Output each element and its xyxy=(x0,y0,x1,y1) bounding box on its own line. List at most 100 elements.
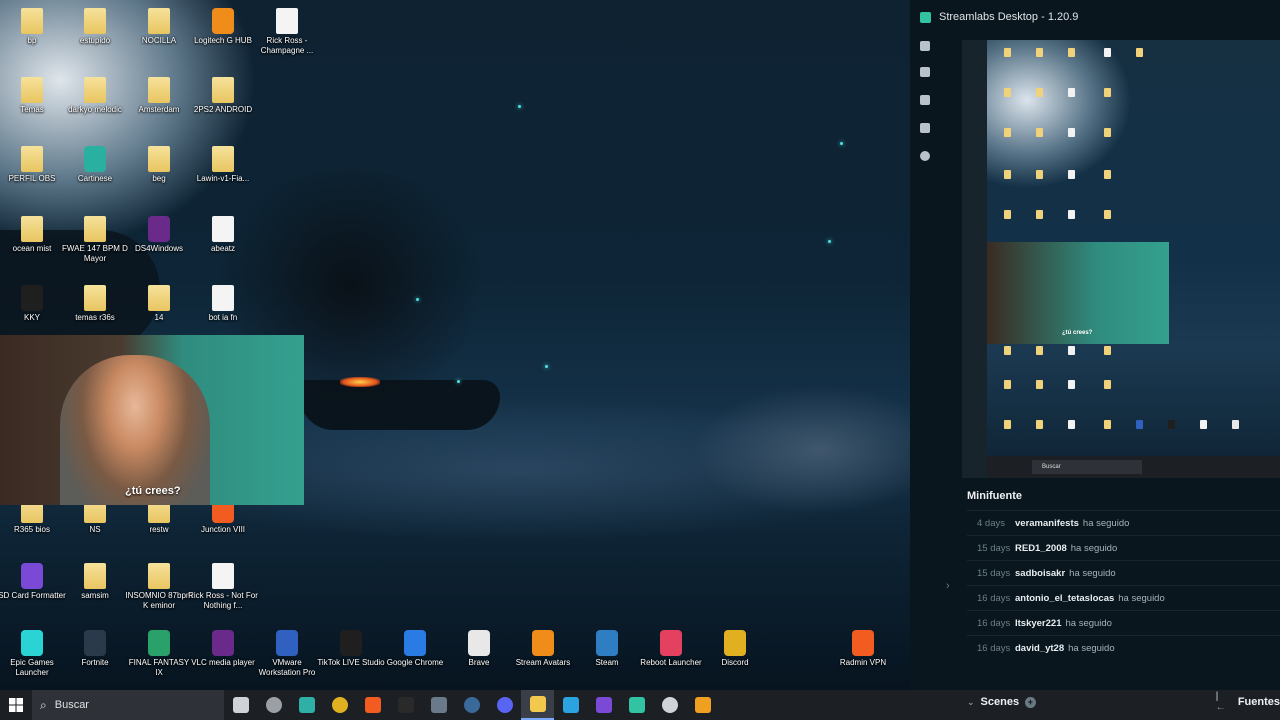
desktop-icon[interactable]: Logitech G HUB xyxy=(188,8,258,46)
preview-desktop-icon xyxy=(1036,88,1043,97)
desktop-icon[interactable]: VMware Workstation Pro xyxy=(252,630,322,678)
desktop-icon[interactable]: Discord xyxy=(700,630,770,668)
taskbar-discord[interactable] xyxy=(488,690,521,720)
desktop-icon[interactable]: Cartinese xyxy=(60,146,130,184)
collapse-icon[interactable]: |← xyxy=(1216,691,1228,713)
event-row[interactable]: 16 days Itskyer221 ha seguido xyxy=(967,610,1280,635)
scenes-label[interactable]: Scenes xyxy=(981,696,1020,708)
desktop-icon[interactable]: KKY xyxy=(0,285,67,323)
taskbar-stream-avatars[interactable] xyxy=(587,690,620,720)
desktop-icon[interactable]: NOCILLA xyxy=(124,8,194,46)
desktop-icon[interactable]: darkyo melodic xyxy=(60,77,130,115)
app-icon xyxy=(148,216,170,242)
event-user: Itskyer221 xyxy=(1015,617,1062,629)
taskbar-streamlabs[interactable] xyxy=(620,690,653,720)
event-time: 15 days xyxy=(977,542,1011,554)
taskbar-edge[interactable] xyxy=(290,690,323,720)
streamlabs-titlebar: Streamlabs Desktop - 1.20.9 xyxy=(910,0,1280,34)
recent-events-list: 4 days veramanifests ha seguido 15 days RED1… xyxy=(967,510,1280,660)
desktop-icon-label: NOCILLA xyxy=(141,36,177,45)
desktop-icon[interactable]: estupido xyxy=(60,8,130,46)
preview-desktop-icon xyxy=(1068,346,1075,355)
start-button[interactable] xyxy=(0,690,32,720)
windows-icon xyxy=(9,698,23,712)
taskbar-media-app[interactable] xyxy=(422,690,455,720)
desktop-icon[interactable]: DS4Windows xyxy=(124,216,194,254)
taskbar-file-explorer[interactable] xyxy=(521,690,554,720)
taskbar-steam[interactable] xyxy=(455,690,488,720)
desktop-icon[interactable]: temas r36s xyxy=(60,285,130,323)
app-icon xyxy=(596,630,618,656)
sources-label[interactable]: Fuentes xyxy=(1238,696,1280,708)
event-time: 16 days xyxy=(977,592,1011,604)
taskbar-task-view[interactable] xyxy=(224,690,257,720)
desktop-icon[interactable]: Temas xyxy=(0,77,67,115)
desktop-icon[interactable]: Epic Games Launcher xyxy=(0,630,67,678)
desktop-icon[interactable]: 2PS2 ANDROID xyxy=(188,77,258,115)
highlighter-icon[interactable] xyxy=(920,123,930,133)
taskbar-ghost-app[interactable] xyxy=(653,690,686,720)
chrome-icon xyxy=(331,697,348,713)
folder-icon xyxy=(148,285,170,311)
preview-desktop-icon xyxy=(1036,48,1043,57)
desktop-icon[interactable]: beg xyxy=(124,146,194,184)
play-icon[interactable] xyxy=(920,151,930,161)
desktop-icon[interactable]: bp xyxy=(0,8,67,46)
desktop-icon[interactable]: bot ia fn xyxy=(188,285,258,323)
taskbar-vmware[interactable] xyxy=(686,690,719,720)
taskbar-copilot[interactable] xyxy=(257,690,290,720)
desktop-icon[interactable]: SD Card Formatter xyxy=(0,563,67,601)
preview-desktop-icon xyxy=(1068,48,1075,57)
app-icon xyxy=(21,563,43,589)
folder-icon xyxy=(148,77,170,103)
event-row[interactable]: 15 days sadboisakr ha seguido xyxy=(967,560,1280,585)
desktop-icon[interactable]: Stream Avatars xyxy=(508,630,578,668)
desktop-icon[interactable]: ocean mist xyxy=(0,216,67,254)
desktop-icon[interactable]: FINAL FANTASY IX xyxy=(124,630,194,678)
file-explorer-icon xyxy=(529,696,546,712)
desktop-icon[interactable]: Rick Ross - Champagne ... xyxy=(252,8,322,56)
preview-desktop-icon xyxy=(1004,210,1011,219)
desktop-icon[interactable]: Amsterdam xyxy=(124,77,194,115)
taskbar-chrome[interactable] xyxy=(323,690,356,720)
preview-desktop-icon xyxy=(1104,48,1111,57)
event-row[interactable]: 16 days david_yt28 ha seguido xyxy=(967,635,1280,660)
desktop-icon[interactable]: FWAE 147 BPM D Mayor xyxy=(60,216,130,264)
desktop-icon-label: Rick Ross - Champagne ... xyxy=(260,36,314,55)
desktop-icon-label: Radmin VPN xyxy=(839,658,887,667)
add-scene-icon[interactable]: + xyxy=(1025,696,1036,708)
desktop-icon[interactable]: Lawin-v1-Fia... xyxy=(188,146,258,184)
desktop-icon[interactable]: Google Chrome xyxy=(380,630,450,668)
chevron-right-icon[interactable]: › xyxy=(946,580,950,592)
desktop-icon[interactable]: 14 xyxy=(124,285,194,323)
editor-icon[interactable] xyxy=(920,41,930,51)
desktop-icon[interactable]: PERFIL OBS xyxy=(0,146,67,184)
folder-icon xyxy=(212,77,234,103)
preview-desktop-icon xyxy=(1136,48,1143,57)
chevron-down-icon[interactable]: ⌄ xyxy=(967,697,975,708)
desktop-icon[interactable]: Rick Ross - Not For Nothing f... xyxy=(188,563,258,611)
desktop-icon[interactable]: Steam xyxy=(572,630,642,668)
event-row[interactable]: 4 days veramanifests ha seguido xyxy=(967,510,1280,535)
taskbar-epic-games[interactable] xyxy=(389,690,422,720)
event-action: ha seguido xyxy=(1082,517,1130,529)
media-app-icon xyxy=(430,697,447,713)
taskbar-brave[interactable] xyxy=(356,690,389,720)
desktop-icon[interactable]: VLC media player xyxy=(188,630,258,668)
event-row[interactable]: 15 days RED1_2008 ha seguido xyxy=(967,535,1280,560)
taskbar-telegram[interactable] xyxy=(554,690,587,720)
desktop-icon[interactable]: TikTok LIVE Studio xyxy=(316,630,386,668)
desktop-icon[interactable]: INSOMNIO 87bpm K eminor xyxy=(124,563,194,611)
desktop-icon[interactable]: Brave xyxy=(444,630,514,668)
themes-icon[interactable] xyxy=(920,67,930,77)
desktop-icon[interactable]: abeatz xyxy=(188,216,258,254)
desktop-icon[interactable]: samsim xyxy=(60,563,130,601)
event-row[interactable]: 16 days antonio_el_tetaslocas ha seguido xyxy=(967,585,1280,610)
preview-desktop-icon xyxy=(1104,346,1111,355)
desktop-icon[interactable]: Radmin VPN xyxy=(828,630,898,668)
desktop-icon[interactable]: Reboot Launcher xyxy=(636,630,706,668)
desktop-icon[interactable]: Fortnite xyxy=(60,630,130,668)
desktop-icon-label: samsim xyxy=(81,591,109,600)
store-icon[interactable] xyxy=(920,95,930,105)
taskbar-search[interactable]: ⌕ Buscar xyxy=(32,690,224,720)
